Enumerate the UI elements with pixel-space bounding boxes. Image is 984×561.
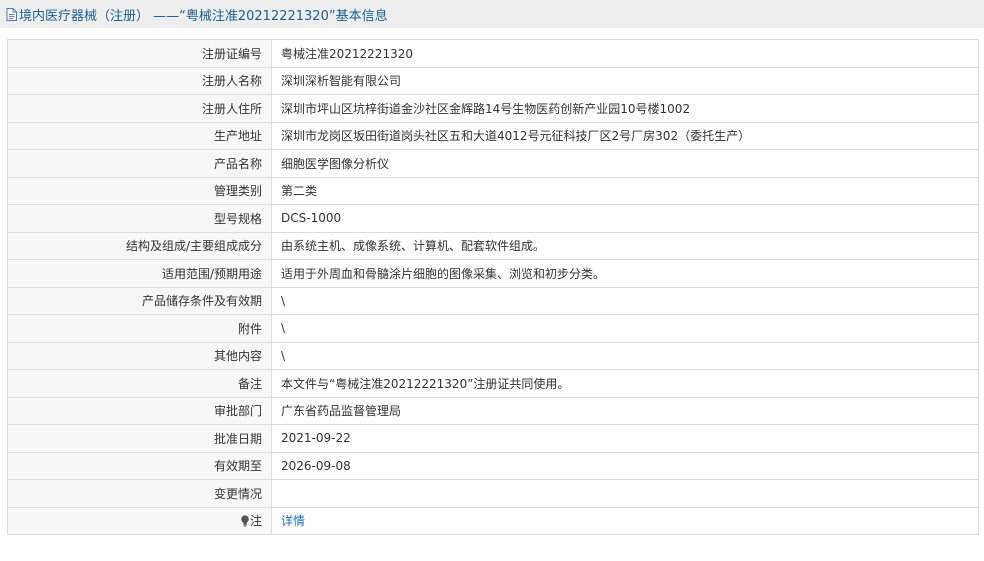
table-row: 附件 \ [7,314,979,343]
row-value: \ [271,286,979,315]
row-label: 适用范围/预期用途 [7,259,272,288]
table-row: 有效期至 2026-09-08 [7,451,979,480]
details-link[interactable]: 详情 [281,514,305,528]
row-value: 由系统主机、成像系统、计算机、配套软件组成。 [271,231,979,260]
row-value: 细胞医学图像分析仪 [271,149,979,178]
row-label: 变更情况 [7,479,272,508]
row-value: 第二类 [271,176,979,205]
row-value: 2026-09-08 [271,451,979,480]
table-row: 管理类别 第二类 [7,176,979,205]
row-label: 注册人住所 [7,94,272,123]
row-value: 本文件与“粤械注准20212221320”注册证共同使用。 [271,369,979,398]
table-row: 注册证编号 粤械注准20212221320 [7,39,979,68]
row-label: 结构及组成/主要组成成分 [7,231,272,260]
note-label: 注 [249,514,262,529]
row-value: 适用于外周血和骨髓涂片细胞的图像采集、浏览和初步分类。 [271,259,979,288]
table-row: 注册人住所 深圳市坪山区坑梓街道金沙社区金辉路14号生物医药创新产业园10号楼10… [7,94,979,123]
table-row: 结构及组成/主要组成成分 由系统主机、成像系统、计算机、配套软件组成。 [7,231,979,260]
row-value: 粤械注准20212221320 [271,39,979,68]
table-row: 变更情况 [7,479,979,508]
row-label: 型号规格 [7,204,272,233]
row-label: 生产地址 [7,121,272,150]
table-row: 审批部门 广东省药品监督管理局 [7,396,979,425]
row-value: 广东省药品监督管理局 [271,396,979,425]
table-row: 产品名称 细胞医学图像分析仪 [7,149,979,178]
row-label: 有效期至 [7,451,272,480]
table-row: 型号规格 DCS-1000 [7,204,979,233]
row-label: 注册人名称 [7,66,272,95]
row-value [271,479,979,508]
info-table: 注册证编号 粤械注准20212221320 注册人名称 深圳深析智能有限公司 注册人住所… [7,39,979,535]
row-value-note: 详情 [271,506,979,535]
row-value: 深圳深析智能有限公司 [271,66,979,95]
info-table-body: 注册证编号 粤械注准20212221320 注册人名称 深圳深析智能有限公司 注册人住所… [7,39,979,535]
table-row-note: 注 详情 [7,506,979,535]
row-value: DCS-1000 [271,204,979,233]
lightbulb-icon [240,515,250,527]
table-row: 适用范围/预期用途 适用于外周血和骨髓涂片细胞的图像采集、浏览和初步分类。 [7,259,979,288]
document-icon [6,7,17,21]
row-label-note: 注 [7,506,272,535]
row-value: 深圳市龙岗区坂田街道岗头社区五和大道4012号元征科技厂区2号厂房302（委托生… [271,121,979,150]
page-header: 境内医疗器械（注册） ——“粤械注准20212221320”基本信息 [0,0,984,28]
row-label: 附件 [7,314,272,343]
row-value: 2021-09-22 [271,424,979,453]
row-label: 注册证编号 [7,39,272,68]
row-label: 备注 [7,369,272,398]
row-value: 深圳市坪山区坑梓街道金沙社区金辉路14号生物医药创新产业园10号楼1002 [271,94,979,123]
row-label: 产品储存条件及有效期 [7,286,272,315]
table-row: 产品储存条件及有效期 \ [7,286,979,315]
row-label: 批准日期 [7,424,272,453]
table-row: 备注 本文件与“粤械注准20212221320”注册证共同使用。 [7,369,979,398]
row-label: 审批部门 [7,396,272,425]
row-value: \ [271,341,979,370]
row-label: 产品名称 [7,149,272,178]
table-row: 生产地址 深圳市龙岗区坂田街道岗头社区五和大道4012号元征科技厂区2号厂房302… [7,121,979,150]
table-row: 其他内容 \ [7,341,979,370]
table-row: 批准日期 2021-09-22 [7,424,979,453]
page-title: 境内医疗器械（注册） ——“粤械注准20212221320”基本信息 [19,8,388,24]
row-label: 管理类别 [7,176,272,205]
row-label: 其他内容 [7,341,272,370]
row-value: \ [271,314,979,343]
table-row: 注册人名称 深圳深析智能有限公司 [7,66,979,95]
